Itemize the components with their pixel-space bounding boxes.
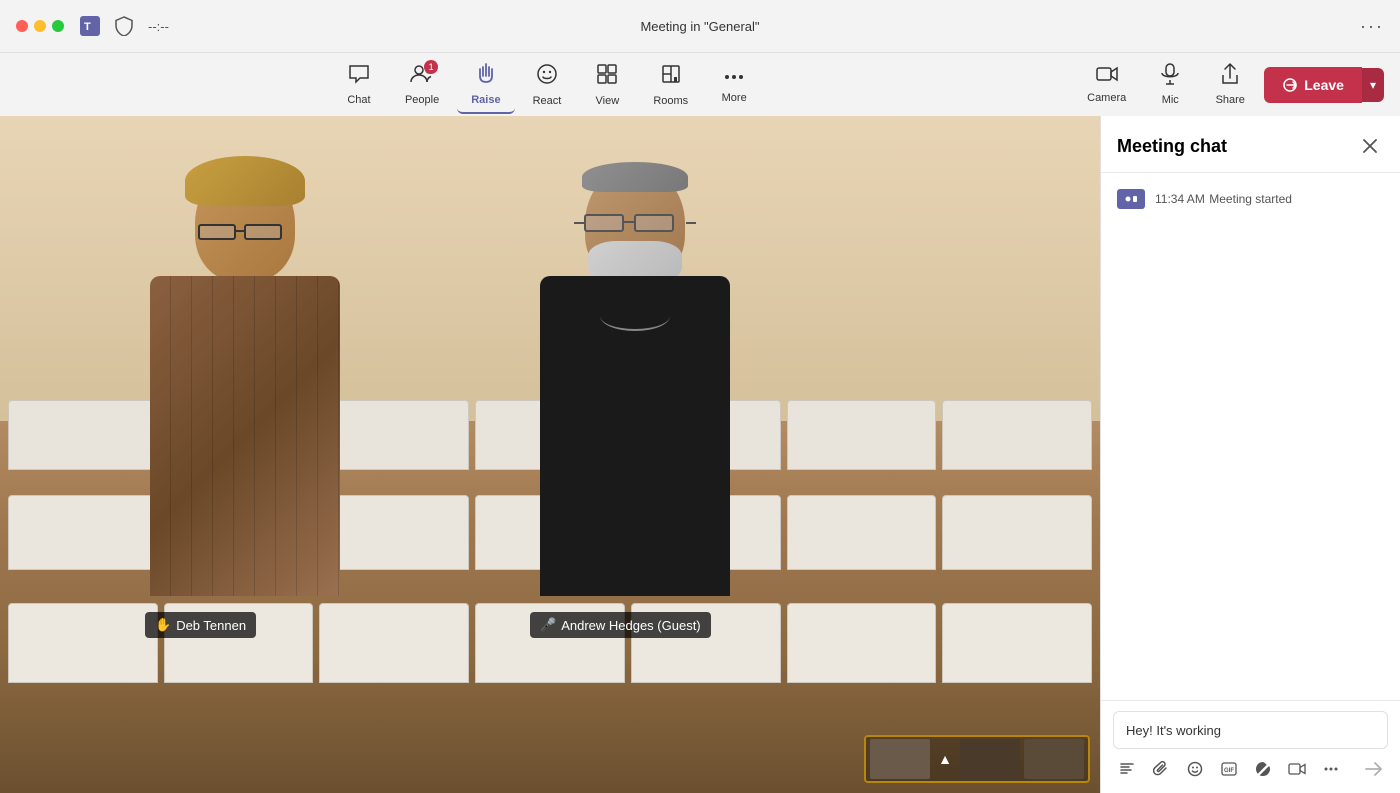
chat-input-value: Hey! It's working — [1126, 723, 1221, 738]
toolbar-center: Chat 1 People Raise — [331, 56, 762, 114]
minimize-button[interactable] — [34, 20, 46, 32]
rooms-icon — [660, 63, 682, 91]
video-area: ✋ Deb Tennen 🎤 Andrew Hedges (Guest) ▲ — [0, 116, 1100, 793]
glasses-right — [578, 214, 692, 234]
titlebar-left: T --:-- — [16, 10, 169, 42]
raise-label: Raise — [471, 94, 500, 106]
name-tag-andrew: 🎤 Andrew Hedges (Guest) — [530, 612, 711, 638]
camera-button[interactable]: Camera — [1077, 59, 1136, 110]
camera-label: Camera — [1087, 92, 1126, 104]
participant-deb — [130, 146, 360, 606]
rooms-button[interactable]: Rooms — [639, 57, 702, 113]
toolbar-right: Camera Mic Share — [1077, 57, 1384, 112]
deb-name: Deb Tennen — [176, 618, 246, 633]
participant-andrew — [520, 146, 750, 606]
main-content: ✋ Deb Tennen 🎤 Andrew Hedges (Guest) ▲ M… — [0, 116, 1400, 793]
chat-icon — [348, 64, 370, 90]
name-tag-deb: ✋ Deb Tennen — [145, 612, 256, 638]
window-title: Meeting in "General" — [640, 19, 759, 34]
chat-more-button[interactable] — [1317, 755, 1345, 783]
leave-label: Leave — [1304, 77, 1344, 93]
camera-icon — [1096, 65, 1118, 88]
message-text-content: Meeting started — [1209, 192, 1292, 206]
share-label: Share — [1216, 94, 1245, 106]
view-icon — [596, 63, 618, 91]
more-label: More — [722, 92, 747, 104]
react-label: React — [533, 95, 562, 107]
sys-message-content: 11:34 AM Meeting started — [1155, 190, 1292, 208]
mic-label: Mic — [1162, 94, 1179, 106]
chat-label: Chat — [347, 94, 370, 106]
people-badge-count: 1 — [424, 60, 438, 74]
leave-chevron-button[interactable]: ▾ — [1362, 68, 1384, 102]
chat-input-box[interactable]: Hey! It's working — [1113, 711, 1388, 749]
system-message-meeting-started: 11:34 AM Meeting started — [1117, 189, 1384, 209]
svg-text:T: T — [84, 21, 91, 33]
thumb-1 — [870, 739, 930, 779]
share-button[interactable]: Share — [1204, 57, 1256, 112]
raise-button[interactable]: Raise — [457, 56, 514, 114]
meeting-timer: --:-- — [148, 19, 169, 34]
mic-icon — [1161, 63, 1179, 90]
video-background: ✋ Deb Tennen 🎤 Andrew Hedges (Guest) ▲ — [0, 116, 1100, 793]
traffic-lights — [16, 20, 64, 32]
andrew-emoji: 🎤 — [540, 617, 556, 633]
chat-button[interactable]: Chat — [331, 58, 387, 112]
chat-panel-title: Meeting chat — [1117, 136, 1227, 157]
share-icon — [1221, 63, 1239, 90]
format-button[interactable] — [1113, 755, 1141, 783]
mic-button[interactable]: Mic — [1144, 57, 1196, 112]
toolbar: Chat 1 People Raise — [0, 52, 1400, 116]
titlebar: T --:-- Meeting in "General" ··· — [0, 0, 1400, 52]
titlebar-right: ··· — [1360, 16, 1384, 37]
close-button[interactable] — [16, 20, 28, 32]
thumb-3 — [1024, 739, 1084, 779]
raise-icon — [476, 62, 496, 90]
teams-message-icon — [1117, 189, 1145, 209]
chat-panel: Meeting chat 11:34 AM — [1100, 116, 1400, 793]
view-button[interactable]: View — [579, 57, 635, 113]
people-label: People — [405, 94, 439, 106]
people-icon: 1 — [410, 64, 434, 90]
teams-icon: T — [80, 16, 100, 36]
chat-messages: 11:34 AM Meeting started — [1101, 173, 1400, 700]
maximize-button[interactable] — [52, 20, 64, 32]
thumbnail-strip[interactable]: ▲ — [864, 735, 1090, 783]
leave-button-wrap: Leave ▾ — [1264, 67, 1384, 103]
thumb-chevron-up[interactable]: ▲ — [934, 751, 956, 767]
send-button[interactable] — [1360, 755, 1388, 783]
more-icon — [723, 65, 745, 88]
chat-close-button[interactable] — [1356, 132, 1384, 160]
deb-emoji: ✋ — [155, 617, 171, 633]
more-button[interactable]: More — [706, 59, 762, 110]
rooms-label: Rooms — [653, 95, 688, 107]
chat-toolbar-row: GIF — [1113, 749, 1388, 783]
video-clip-button[interactable] — [1283, 755, 1311, 783]
react-icon — [536, 63, 558, 91]
thumb-2 — [960, 739, 1020, 779]
gif-button[interactable]: GIF — [1215, 755, 1243, 783]
people-button[interactable]: 1 People — [391, 58, 453, 112]
chat-input-area: Hey! It's working — [1101, 700, 1400, 793]
chat-tool-buttons: GIF — [1113, 755, 1345, 783]
react-button[interactable]: React — [519, 57, 576, 113]
attach-button[interactable] — [1147, 755, 1175, 783]
window-more-button[interactable]: ··· — [1360, 16, 1384, 37]
view-label: View — [596, 95, 620, 107]
leave-button[interactable]: Leave — [1264, 67, 1362, 103]
shield-icon — [108, 10, 140, 42]
andrew-name: Andrew Hedges (Guest) — [561, 618, 700, 633]
message-time: 11:34 AM — [1155, 192, 1205, 206]
emoji-button[interactable] — [1181, 755, 1209, 783]
svg-text:GIF: GIF — [1224, 768, 1234, 774]
glasses-left — [190, 224, 300, 242]
sticker-button[interactable] — [1249, 755, 1277, 783]
chat-header: Meeting chat — [1101, 116, 1400, 173]
